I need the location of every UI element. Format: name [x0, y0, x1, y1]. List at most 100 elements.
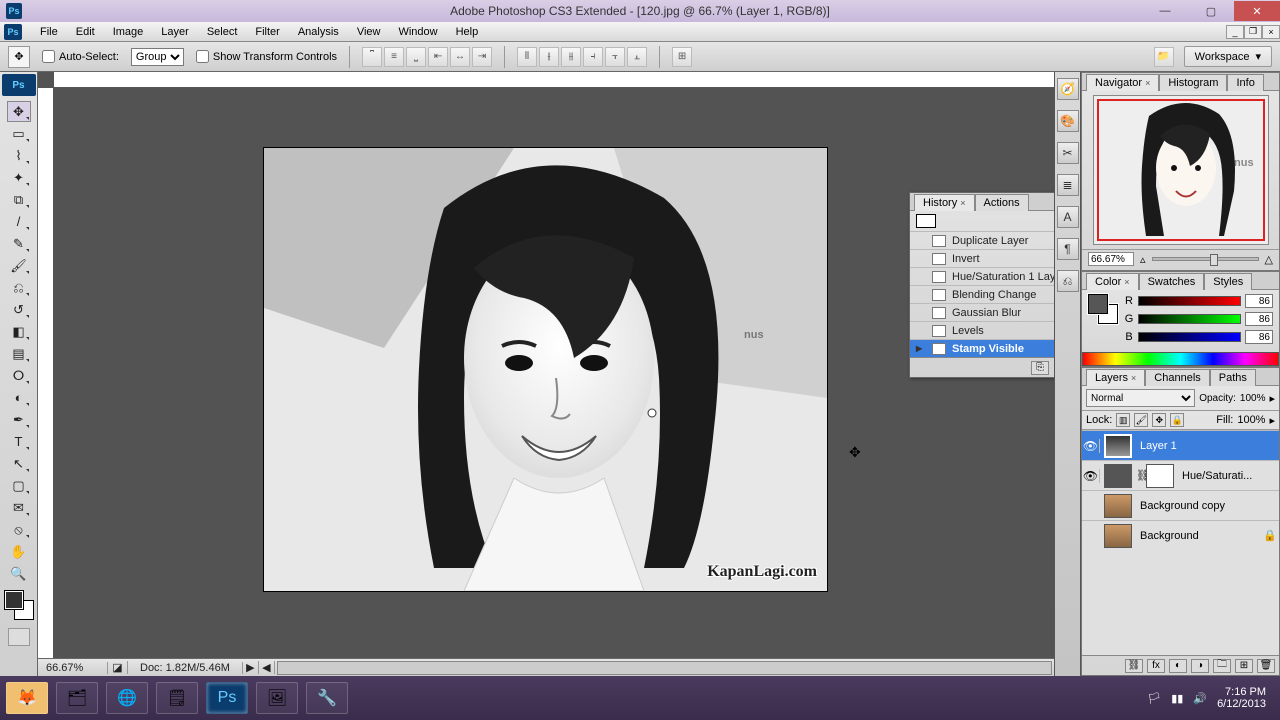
new-doc-from-state-button[interactable]: ⎘ [1031, 361, 1049, 375]
align-right-icon[interactable]: ⇥ [472, 47, 492, 67]
dock-nav-icon[interactable]: 🧭 [1057, 78, 1079, 100]
horizontal-scrollbar[interactable] [277, 661, 1052, 675]
taskbar-chrome[interactable]: 🌐 [106, 682, 148, 714]
delete-layer-button[interactable]: 🗑 [1257, 659, 1275, 673]
new-layer-button[interactable]: ⊞ [1235, 659, 1253, 673]
eyedropper-tool[interactable]: ⦸ [7, 519, 31, 540]
opacity-value[interactable]: 100% [1240, 393, 1266, 404]
history-item[interactable]: Blending Change [910, 285, 1054, 303]
color-swatches[interactable] [5, 591, 33, 619]
fill-arrow-icon[interactable]: ▸ [1269, 414, 1275, 427]
align-left-icon[interactable]: ⇤ [428, 47, 448, 67]
system-tray[interactable]: 🏳 ▮▮ 🔊 7:16 PM 6/12/2013 [1147, 686, 1274, 710]
lock-image-button[interactable]: 🖌 [1134, 413, 1148, 427]
layer-name[interactable]: Layer 1 [1136, 440, 1279, 452]
history-panel[interactable]: History× Actions ▸≡ Duplicate Layer Inve… [909, 192, 1054, 378]
dock-char-icon[interactable]: A [1057, 206, 1079, 228]
menu-help[interactable]: Help [448, 24, 487, 40]
notes-tool[interactable]: ✉ [7, 497, 31, 518]
layer-row[interactable]: Background 🔒 [1082, 520, 1279, 550]
align-vcenter-icon[interactable]: ≡ [384, 47, 404, 67]
visibility-toggle[interactable]: 👁 [1082, 469, 1100, 483]
history-brush-tool[interactable]: ↺ [7, 299, 31, 320]
layer-mask-button[interactable]: ◐ [1169, 659, 1187, 673]
tab-paths[interactable]: Paths [1210, 369, 1256, 386]
artboard[interactable]: nus [264, 148, 827, 591]
hand-tool[interactable]: ✋ [7, 541, 31, 562]
dist-right-icon[interactable]: ⫠ [627, 47, 647, 67]
dock-para-icon[interactable]: ¶ [1057, 238, 1079, 260]
menu-view[interactable]: View [349, 24, 389, 40]
dock-cut-icon[interactable]: ✂ [1057, 142, 1079, 164]
layer-style-button[interactable]: fx [1147, 659, 1165, 673]
layer-name[interactable]: Hue/Saturati... [1178, 470, 1279, 482]
auto-select-check[interactable] [42, 50, 55, 63]
taskbar-firefox[interactable]: 🦊 [6, 682, 48, 714]
blur-tool[interactable]: ⵔ [7, 365, 31, 386]
zoom-out-icon[interactable]: ▵ [1140, 253, 1146, 266]
lasso-tool[interactable]: ⌇ [7, 145, 31, 166]
show-transform-check[interactable] [196, 50, 209, 63]
tab-info[interactable]: Info [1227, 74, 1263, 91]
menu-file[interactable]: File [32, 24, 66, 40]
g-slider[interactable] [1138, 314, 1241, 324]
dock-color-icon[interactable]: 🎨 [1057, 110, 1079, 132]
history-item[interactable]: Invert [910, 249, 1054, 267]
tab-swatches[interactable]: Swatches [1139, 273, 1205, 290]
bridge-icon[interactable]: 📁 [1154, 47, 1174, 67]
zoom-tool[interactable]: 🔍 [7, 563, 31, 584]
layer-thumbnail[interactable] [1104, 434, 1132, 458]
menu-layer[interactable]: Layer [153, 24, 197, 40]
crop-tool[interactable]: ⧉ [7, 189, 31, 210]
menu-filter[interactable]: Filter [247, 24, 287, 40]
foreground-color[interactable] [5, 591, 23, 609]
doc-restore-button[interactable]: ❐ [1244, 25, 1262, 39]
menu-edit[interactable]: Edit [68, 24, 103, 40]
shape-tool[interactable]: ▢ [7, 475, 31, 496]
show-transform-checkbox[interactable]: Show Transform Controls [196, 50, 337, 63]
gradient-tool[interactable]: ▤ [7, 343, 31, 364]
lock-transparent-button[interactable]: ▥ [1116, 413, 1130, 427]
type-tool[interactable]: T [7, 431, 31, 452]
tab-styles[interactable]: Styles [1204, 273, 1252, 290]
status-menu-arrow-icon[interactable]: ▶ [243, 661, 259, 674]
tab-histogram[interactable]: Histogram [1159, 74, 1227, 91]
layer-row[interactable]: Background copy [1082, 490, 1279, 520]
path-select-tool[interactable]: ↖ [7, 453, 31, 474]
lock-position-button[interactable]: ✥ [1152, 413, 1166, 427]
healing-tool[interactable]: ✎ [7, 233, 31, 254]
current-tool-icon[interactable]: ✥ [8, 46, 30, 68]
b-input[interactable] [1245, 330, 1273, 344]
r-slider[interactable] [1138, 296, 1241, 306]
taskbar-photoshop[interactable]: Ps [206, 682, 248, 714]
menu-window[interactable]: Window [390, 24, 445, 40]
dock-clone-icon[interactable]: ⎌ [1057, 270, 1079, 292]
workspace-dropdown[interactable]: Workspace▾ [1184, 46, 1272, 67]
dist-bottom-icon[interactable]: ⫵ [561, 47, 581, 67]
slice-tool[interactable]: / [7, 211, 31, 232]
dist-left-icon[interactable]: ⫞ [583, 47, 603, 67]
auto-select-checkbox[interactable]: Auto-Select: [42, 50, 119, 63]
fg-swatch[interactable] [1088, 294, 1108, 314]
history-item[interactable]: Levels [910, 321, 1054, 339]
color-ramp[interactable] [1082, 352, 1279, 366]
fill-value[interactable]: 100% [1237, 414, 1265, 426]
lock-all-button[interactable]: 🔒 [1170, 413, 1184, 427]
r-input[interactable] [1245, 294, 1273, 308]
layer-row[interactable]: 👁 Layer 1 [1082, 430, 1279, 460]
status-zoom[interactable]: 66.67% [38, 662, 108, 674]
color-panel[interactable]: Color× Swatches Styles R G B [1081, 271, 1280, 367]
layers-panel[interactable]: Layers× Channels Paths Normal Opacity: 1… [1081, 367, 1280, 676]
dist-hcenter-icon[interactable]: ⫟ [605, 47, 625, 67]
history-item-selected[interactable]: Stamp Visible [910, 339, 1054, 357]
taskbar-explorer[interactable]: 🗂 [56, 682, 98, 714]
tab-navigator[interactable]: Navigator× [1086, 74, 1159, 91]
history-item[interactable]: Gaussian Blur [910, 303, 1054, 321]
opacity-arrow-icon[interactable]: ▸ [1269, 392, 1275, 405]
status-icon[interactable]: ◪ [108, 661, 128, 674]
align-bottom-icon[interactable]: ⎵ [406, 47, 426, 67]
pen-tool[interactable]: ✒ [7, 409, 31, 430]
dock-layers-icon[interactable]: ≣ [1057, 174, 1079, 196]
menu-analysis[interactable]: Analysis [290, 24, 347, 40]
g-input[interactable] [1245, 312, 1273, 326]
